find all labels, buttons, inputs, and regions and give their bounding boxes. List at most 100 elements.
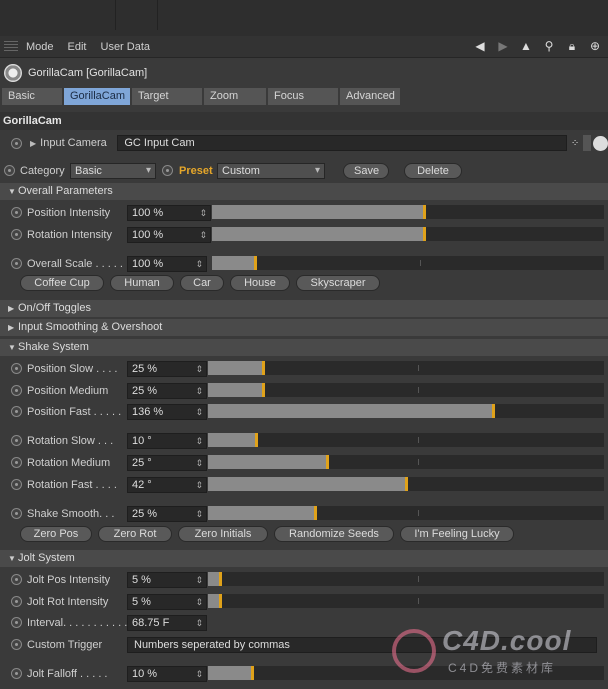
expand-arrow-icon[interactable]: ▶ (30, 139, 36, 148)
position-medium-slider[interactable] (208, 383, 604, 397)
tab-advanced[interactable]: Advanced (340, 88, 400, 105)
forward-arrow-icon[interactable]: ▶ (496, 39, 510, 53)
input-camera-field[interactable]: GC Input Cam (117, 135, 567, 151)
search-icon[interactable]: ⚲ (542, 39, 556, 53)
jolt-falloff-toggle-icon[interactable] (11, 668, 22, 679)
overall-scale-toggle-icon[interactable] (11, 258, 22, 269)
position-fast-field[interactable]: 136 % (127, 403, 207, 420)
category-toggle-icon[interactable] (4, 165, 15, 176)
new-panel-icon[interactable]: ⊕ (588, 39, 602, 53)
panel-grip-icon[interactable] (4, 40, 18, 53)
shake-smooth-toggle-icon[interactable] (11, 508, 22, 519)
jolt-falloff-label: Jolt Falloff . . . . . (27, 667, 108, 680)
preset-toggle-icon[interactable] (162, 165, 173, 176)
zero-initials-button[interactable]: Zero Initials (178, 526, 268, 542)
overall-scale-field[interactable]: 100 % (127, 255, 207, 272)
section-title: GorillaCam (0, 112, 608, 130)
position-fast-label: Position Fast . . . . . (27, 405, 122, 418)
randomize-seeds-button[interactable]: Randomize Seeds (274, 526, 394, 542)
watermark-title: C4D.cool (442, 625, 572, 656)
group-shake-system[interactable]: ▼ Shake System (0, 339, 608, 356)
jolt-rot-slider[interactable] (208, 594, 604, 608)
shake-smooth-field[interactable]: 25 % (127, 505, 207, 522)
menu-mode[interactable]: Mode (26, 41, 54, 53)
jolt-rot-toggle-icon[interactable] (11, 596, 22, 607)
pick-object-icon[interactable] (593, 135, 608, 151)
lock-icon[interactable]: 🔒︎ (565, 39, 579, 53)
interval-toggle-icon[interactable] (11, 617, 22, 628)
jolt-pos-toggle-icon[interactable] (11, 574, 22, 585)
group-overall-parameters[interactable]: ▼ Overall Parameters (0, 183, 608, 200)
rotation-medium-field[interactable]: 25 ° (127, 454, 207, 471)
animate-toggle-icon[interactable] (11, 137, 22, 149)
rotation-slow-slider[interactable] (208, 433, 604, 447)
position-medium-field[interactable]: 25 % (127, 382, 207, 399)
back-arrow-icon[interactable]: ◀ (473, 39, 487, 53)
overall-scale-row: Overall Scale . . . . . 100 % (0, 253, 608, 274)
rotation-intensity-slider[interactable] (212, 227, 604, 241)
rotation-slow-field[interactable]: 10 ° (127, 432, 207, 449)
gorillacam-logo-icon (4, 64, 22, 82)
expanded-arrow-icon: ▼ (8, 343, 16, 352)
jolt-pos-slider[interactable] (208, 572, 604, 586)
menu-user-data[interactable]: User Data (101, 41, 151, 53)
tab-gorillacam[interactable]: GorillaCam (64, 88, 130, 105)
menu-edit[interactable]: Edit (68, 41, 87, 53)
up-arrow-icon[interactable]: ▲ (519, 39, 533, 53)
jolt-falloff-field[interactable]: 10 % (127, 665, 207, 682)
group-onoff-toggles[interactable]: ▶ On/Off Toggles (0, 300, 608, 317)
rotation-fast-toggle-icon[interactable] (11, 479, 22, 490)
tab-target[interactable]: Target (132, 88, 202, 105)
tab-basic[interactable]: Basic (2, 88, 62, 105)
position-fast-toggle-icon[interactable] (11, 406, 22, 417)
tab-focus[interactable]: Focus (268, 88, 338, 105)
position-intensity-slider[interactable] (212, 205, 604, 219)
rotation-intensity-label: Rotation Intensity (27, 228, 112, 241)
rotation-fast-field[interactable]: 42 ° (127, 476, 207, 493)
position-intensity-toggle-icon[interactable] (11, 207, 22, 218)
rotation-fast-label: Rotation Fast . . . . (27, 478, 117, 491)
preset-human-button[interactable]: Human (110, 275, 174, 291)
position-slow-field[interactable]: 25 % (127, 360, 207, 377)
rotation-slow-toggle-icon[interactable] (11, 435, 22, 446)
position-fast-slider[interactable] (208, 404, 604, 418)
preset-house-button[interactable]: House (230, 275, 290, 291)
interval-field[interactable]: 68.75 F (127, 614, 207, 631)
position-intensity-field[interactable]: 100 % (127, 204, 211, 221)
scale-presets: Coffee Cup Human Car House Skyscraper (0, 275, 608, 293)
position-slow-toggle-icon[interactable] (11, 363, 22, 374)
preset-car-button[interactable]: Car (180, 275, 224, 291)
overall-scale-slider[interactable] (212, 256, 604, 270)
save-button[interactable]: Save (343, 162, 389, 179)
category-dropdown[interactable]: Basic (70, 162, 156, 179)
preset-skyscraper-button[interactable]: Skyscraper (296, 275, 380, 291)
position-medium-toggle-icon[interactable] (11, 385, 22, 396)
rotation-medium-slider[interactable] (208, 455, 604, 469)
position-medium-row: Position Medium 25 % (0, 380, 608, 401)
rotation-intensity-toggle-icon[interactable] (11, 229, 22, 240)
custom-trigger-toggle-icon[interactable] (11, 639, 22, 650)
jolt-rot-field[interactable]: 5 % (127, 593, 207, 610)
zero-pos-button[interactable]: Zero Pos (20, 526, 92, 542)
delete-button[interactable]: Delete (404, 162, 462, 179)
position-slow-row: Position Slow . . . . 25 % (0, 358, 608, 379)
position-slow-slider[interactable] (208, 361, 604, 375)
rotation-intensity-field[interactable]: 100 % (127, 226, 211, 243)
shake-smooth-slider[interactable] (208, 506, 604, 520)
rotation-medium-toggle-icon[interactable] (11, 457, 22, 468)
rotation-medium-label: Rotation Medium (27, 456, 111, 469)
preset-coffee-cup-button[interactable]: Coffee Cup (20, 275, 104, 291)
expanded-arrow-icon: ▼ (8, 187, 16, 196)
group-jolt-system[interactable]: ▼ Jolt System (0, 550, 608, 567)
link-arrow-icon[interactable] (583, 135, 592, 151)
watermark-logo-icon (392, 629, 436, 673)
rotation-fast-slider[interactable] (208, 477, 604, 491)
feeling-lucky-button[interactable]: I'm Feeling Lucky (400, 526, 514, 542)
position-medium-label: Position Medium (27, 384, 109, 397)
group-input-smoothing[interactable]: ▶ Input Smoothing & Overshoot (0, 319, 608, 336)
preset-dropdown[interactable]: Custom (217, 162, 325, 179)
jolt-pos-field[interactable]: 5 % (127, 571, 207, 588)
zero-rot-button[interactable]: Zero Rot (98, 526, 172, 542)
link-picker-icon[interactable]: ⁘ (571, 138, 579, 149)
tab-zoom[interactable]: Zoom (204, 88, 266, 105)
